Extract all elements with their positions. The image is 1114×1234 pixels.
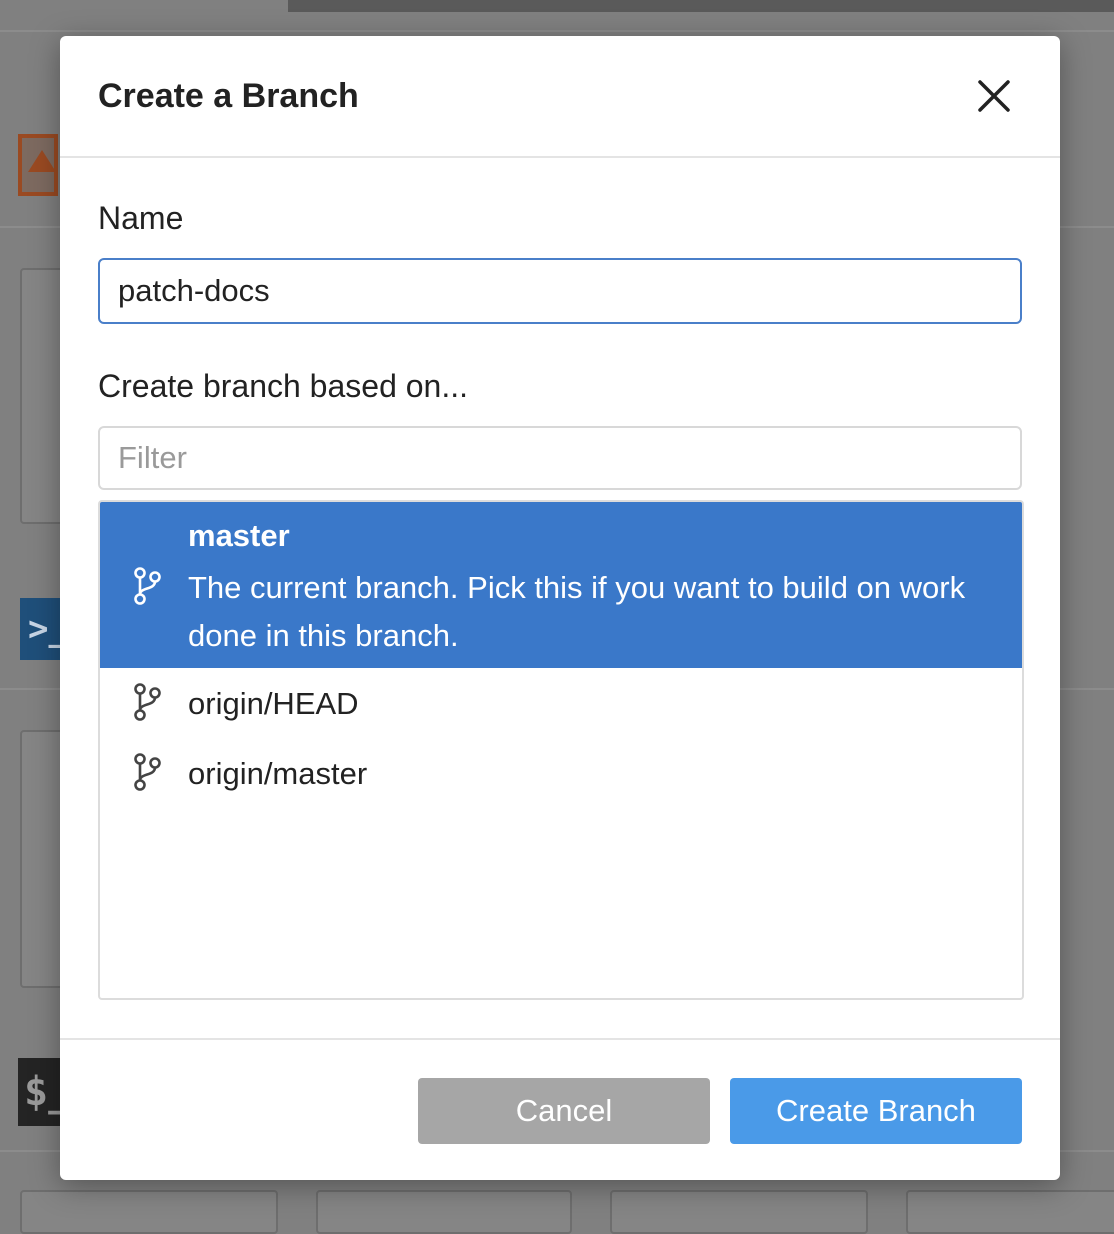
- background-card: [316, 1190, 572, 1234]
- dialog-footer-divider: [60, 1038, 1060, 1040]
- create-branch-dialog: Create a Branch Name Create branch based…: [60, 36, 1060, 1180]
- branch-description: The current branch. Pick this if you wan…: [188, 570, 966, 653]
- background-shell-icon: $_: [18, 1058, 72, 1126]
- branch-name: master: [188, 518, 290, 553]
- branch-list: master The current branch. Pick this if …: [98, 500, 1024, 1000]
- background-terminal-icon: >_: [20, 598, 69, 660]
- branch-item-origin-head[interactable]: origin/HEAD: [100, 668, 1022, 738]
- branch-item-master[interactable]: master The current branch. Pick this if …: [100, 502, 1022, 668]
- branch-item-origin-master[interactable]: origin/master: [100, 738, 1022, 808]
- branch-filter-input[interactable]: [98, 426, 1022, 490]
- name-label: Name: [98, 200, 184, 236]
- background-toolbar: [288, 0, 1114, 12]
- background-card: [906, 1190, 1114, 1234]
- branch-name: origin/master: [188, 756, 368, 791]
- background-card: [610, 1190, 868, 1234]
- close-icon: [978, 80, 1010, 112]
- dialog-header: Create a Branch: [60, 36, 1060, 158]
- close-button[interactable]: [970, 72, 1018, 120]
- cancel-button[interactable]: Cancel: [418, 1078, 710, 1144]
- background-divider: [0, 30, 1114, 32]
- background-app-icon: [18, 134, 58, 196]
- branch-name: origin/HEAD: [188, 686, 359, 721]
- branch-name-input[interactable]: [98, 258, 1022, 324]
- git-branch-icon: [134, 683, 161, 721]
- base-branch-label: Create branch based on...: [98, 368, 469, 404]
- create-branch-button[interactable]: Create Branch: [730, 1078, 1022, 1144]
- git-branch-icon: [134, 567, 161, 605]
- dialog-title: Create a Branch: [98, 77, 359, 115]
- background-card: [20, 1190, 278, 1234]
- git-branch-icon: [134, 753, 161, 791]
